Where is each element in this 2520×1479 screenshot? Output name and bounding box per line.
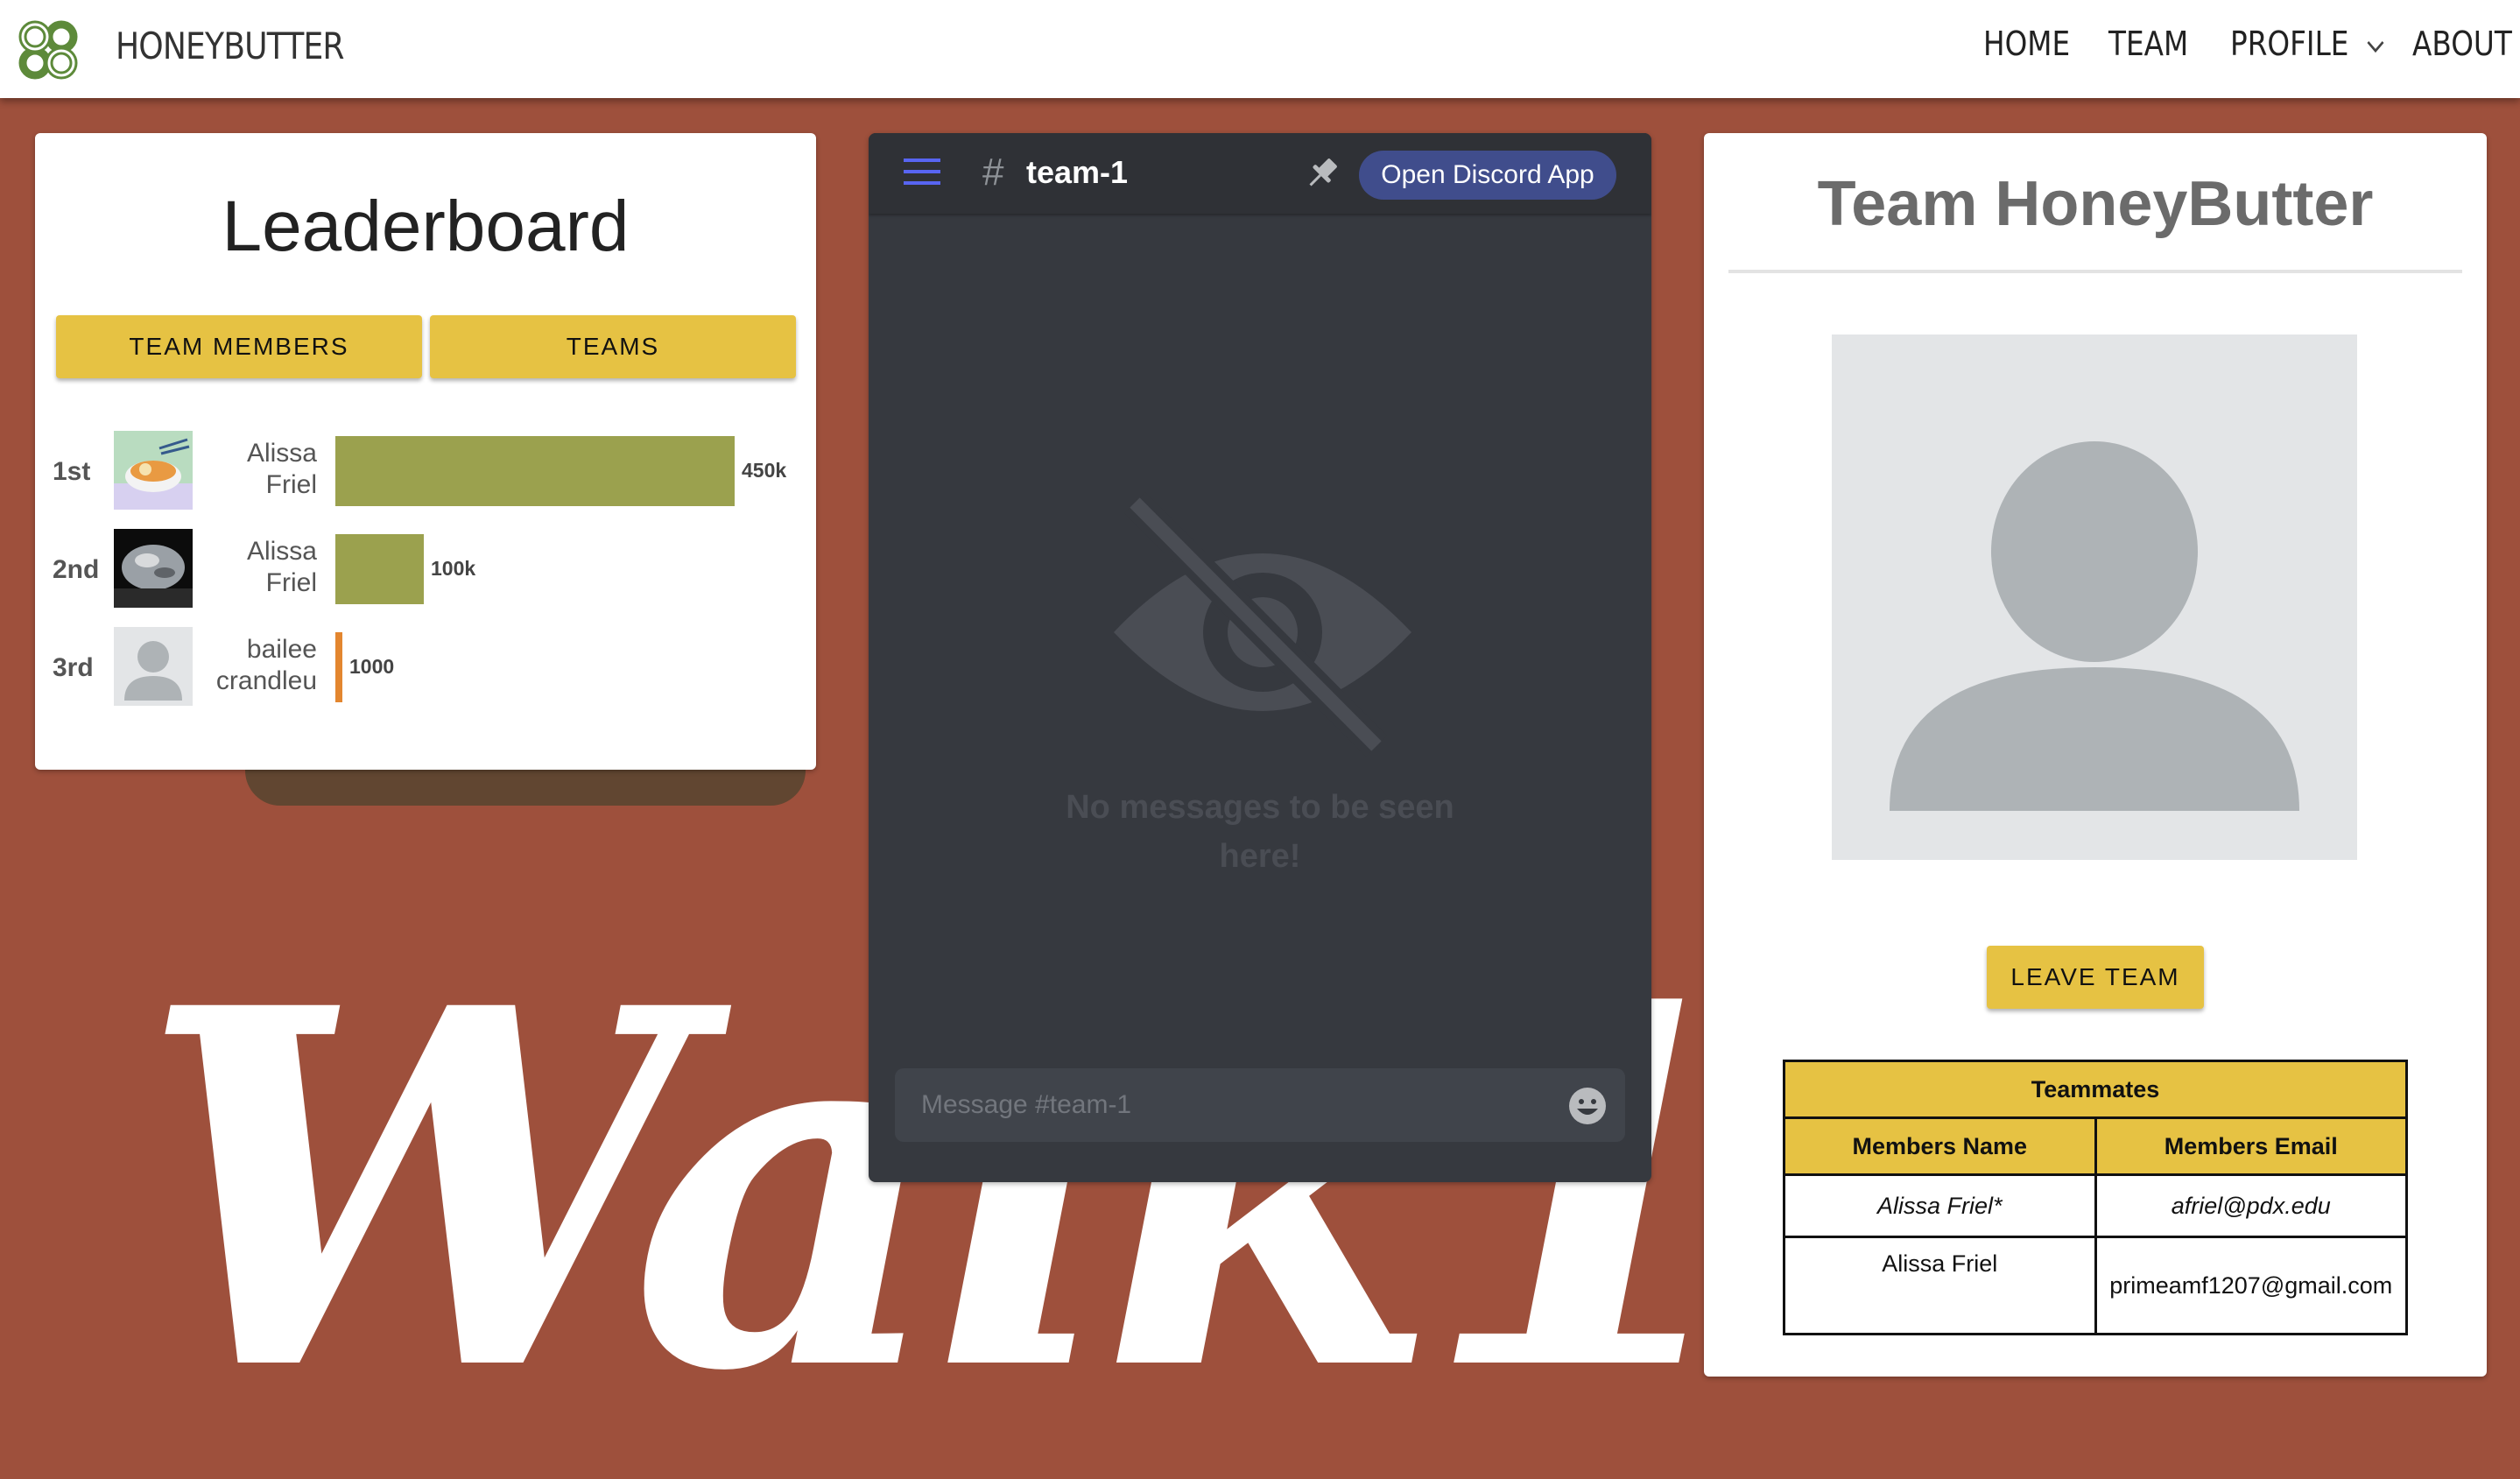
eye-slash-icon: [1114, 492, 1411, 757]
member-first-name: bailee: [246, 635, 317, 664]
divider: [1728, 270, 2462, 273]
discord-header: # team-1 Open Discord App: [869, 133, 1651, 214]
chevron-down-icon: [2367, 40, 2384, 53]
default-user-avatar-icon: [1890, 441, 2299, 811]
pin-icon[interactable]: [1303, 154, 1341, 193]
nav-team[interactable]: TEAM: [2108, 25, 2188, 63]
no-messages-text: No messages to be seen here!: [1066, 789, 1454, 875]
member-last-name: Friel: [265, 470, 317, 499]
message-input[interactable]: [895, 1068, 1625, 1142]
hash-icon: #: [982, 151, 1004, 194]
rank-label: 3rd: [53, 653, 94, 682]
member-name: Alissa Friel: [201, 438, 317, 501]
table-title: Teammates: [1783, 1060, 2408, 1119]
nav-profile-label: PROFILE: [2230, 25, 2349, 63]
teammates-table: Teammates Members Name Members Email Ali…: [1783, 1060, 2408, 1335]
team-card: Team HoneyButter LEAVE TEAM Teammates Me…: [1704, 133, 2487, 1377]
food-bowl-avatar-icon: [114, 431, 193, 510]
rank-label: 1st: [53, 457, 91, 486]
table-row: Alissa Friel* afriel@pdx.edu: [1783, 1173, 2408, 1238]
member-first-name: Alissa: [246, 537, 317, 566]
leaderboard-row: 3rd bailee crandleu 1000: [35, 627, 816, 708]
nav-about[interactable]: ABOUT: [2412, 25, 2512, 63]
channel-name[interactable]: team-1: [1026, 154, 1128, 191]
teams-tab-button[interactable]: TEAMS: [430, 315, 796, 378]
score-bar: [335, 436, 735, 506]
member-name: Alissa Friel: [201, 536, 317, 599]
member-last-name: Friel: [265, 568, 317, 597]
score-value: 1000: [349, 655, 395, 678]
leave-team-button[interactable]: LEAVE TEAM: [1987, 946, 2204, 1009]
column-header-name: Members Name: [1783, 1116, 2097, 1176]
nav-profile[interactable]: PROFILE: [2230, 25, 2385, 63]
member-name-cell: Alissa Friel*: [1783, 1173, 2097, 1238]
member-name-cell: Alissa Friel: [1783, 1236, 2097, 1335]
default-user-avatar-icon: [114, 627, 193, 706]
honeybutter-logo-icon[interactable]: [16, 18, 81, 82]
avatar: [114, 431, 193, 510]
score-value: 100k: [431, 557, 476, 580]
member-first-name: Alissa: [246, 439, 317, 468]
brand-name[interactable]: HONEYBUTTER: [116, 25, 345, 67]
open-discord-app-button[interactable]: Open Discord App: [1359, 151, 1616, 200]
leaderboard-title: Leaderboard: [222, 187, 630, 266]
team-members-tab-button[interactable]: TEAM MEMBERS: [56, 315, 422, 378]
member-email-cell: afriel@pdx.edu: [2094, 1173, 2408, 1238]
score-value: 450k: [742, 459, 787, 482]
moon-avatar-icon: [114, 529, 193, 608]
team-photo: [1832, 335, 2357, 860]
leaderboard-row: 1st Alissa Friel 450k: [35, 431, 816, 511]
top-navbar: HONEYBUTTER HOME TEAM PROFILE ABOUT: [0, 0, 2520, 98]
column-header-email: Members Email: [2094, 1116, 2408, 1176]
table-row: Alissa Friel primeamf1207@gmail.com: [1783, 1236, 2408, 1335]
hamburger-menu-icon[interactable]: [904, 156, 940, 187]
member-email-cell: primeamf1207@gmail.com: [2094, 1236, 2408, 1335]
leaderboard-card: Leaderboard TEAM MEMBERS TEAMS 1st Aliss…: [35, 133, 816, 770]
leaderboard-row: 2nd Alissa Friel 100k: [35, 529, 816, 609]
emoji-icon[interactable]: [1567, 1086, 1608, 1126]
nav-home[interactable]: HOME: [1983, 25, 2070, 63]
rank-label: 2nd: [53, 555, 100, 584]
score-bar: [335, 632, 342, 702]
team-title: Team HoneyButter: [1817, 169, 2374, 239]
avatar: [114, 529, 193, 608]
member-last-name: crandleu: [215, 666, 317, 695]
member-name: bailee crandleu: [201, 634, 317, 697]
score-bar: [335, 534, 424, 604]
avatar: [114, 627, 193, 706]
discord-widget: # team-1 Open Discord App No messages to…: [869, 133, 1651, 1182]
